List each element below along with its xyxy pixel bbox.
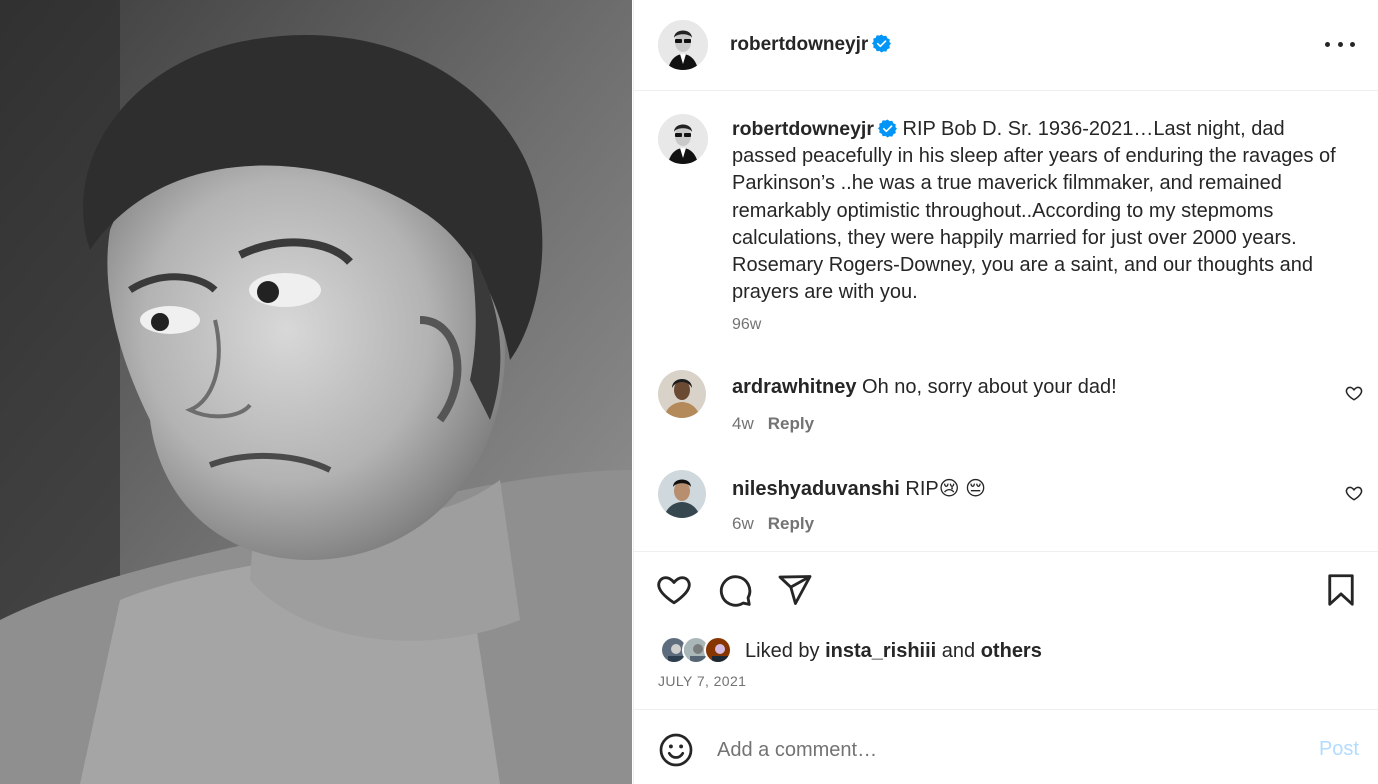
comment-meta: 6w Reply (732, 514, 814, 534)
avatar[interactable] (658, 370, 706, 418)
comment-body: Oh no, sorry about your dad! (862, 376, 1117, 398)
avatar (704, 636, 732, 664)
comment-item: nileshyaduvanshi RIP😢 😔 6w Reply (634, 470, 1378, 550)
verified-badge-icon (877, 119, 897, 138)
caption-text: robertdowneyjr RIP Bob D. Sr. 1936-2021…… (732, 116, 1352, 306)
caption-username[interactable]: robertdowneyjr (732, 118, 874, 140)
avatar[interactable] (658, 114, 708, 164)
avatar[interactable] (658, 20, 708, 70)
comment-body: RIP😢 😔 (905, 478, 987, 500)
bookmark-icon[interactable] (1323, 572, 1359, 608)
comment-input[interactable] (717, 730, 1277, 770)
post-photo[interactable] (0, 0, 632, 784)
post-detail-panel: robertdowneyjr robertdowneyjr RIP Bob D.… (633, 0, 1378, 784)
comment-meta: 4w Reply (732, 414, 814, 434)
heart-icon[interactable] (1345, 384, 1363, 402)
add-comment-bar: Post (634, 709, 1378, 784)
more-options-button[interactable] (1325, 32, 1355, 56)
emoji-icon[interactable] (658, 732, 694, 768)
avatar[interactable] (658, 470, 706, 518)
reply-button[interactable]: Reply (768, 414, 814, 433)
comment-time[interactable]: 6w (732, 514, 754, 533)
comment-text: nileshyaduvanshi RIP😢 😔 (732, 476, 986, 501)
liked-by-user-link[interactable]: insta_rishiii (825, 640, 936, 662)
share-icon[interactable] (777, 572, 813, 608)
portrait-image (0, 0, 632, 784)
heart-icon[interactable] (1345, 484, 1363, 502)
comment-icon[interactable] (717, 572, 753, 608)
post-date[interactable]: JULY 7, 2021 (658, 673, 746, 689)
liked-by-others-link[interactable]: others (981, 640, 1042, 662)
comment-time[interactable]: 4w (732, 414, 754, 433)
comment-username[interactable]: nileshyaduvanshi (732, 478, 900, 500)
comments-section: robertdowneyjr RIP Bob D. Sr. 1936-2021…… (634, 92, 1378, 550)
header-username[interactable]: robertdowneyjr (730, 34, 892, 56)
comment-username[interactable]: ardrawhitney (732, 376, 856, 398)
reply-button[interactable]: Reply (768, 514, 814, 533)
more-horizontal-icon (1325, 41, 1330, 47)
comment-item: ardrawhitney Oh no, sorry about your dad… (634, 370, 1378, 450)
caption-timestamp[interactable]: 96w (732, 316, 761, 334)
liked-by-avatars[interactable] (660, 636, 740, 666)
liked-by-text: Liked by insta_rishiii and others (745, 640, 1042, 662)
like-heart-icon[interactable] (656, 572, 692, 608)
post-comment-button[interactable]: Post (1319, 738, 1359, 761)
comment-text: ardrawhitney Oh no, sorry about your dad… (732, 376, 1117, 399)
post-actions: Liked by insta_rishiii and others JULY 7… (634, 551, 1378, 709)
verified-badge-icon (872, 34, 892, 53)
caption-body: RIP Bob D. Sr. 1936-2021…Last night, dad… (732, 118, 1336, 304)
post-header: robertdowneyjr (634, 0, 1378, 91)
